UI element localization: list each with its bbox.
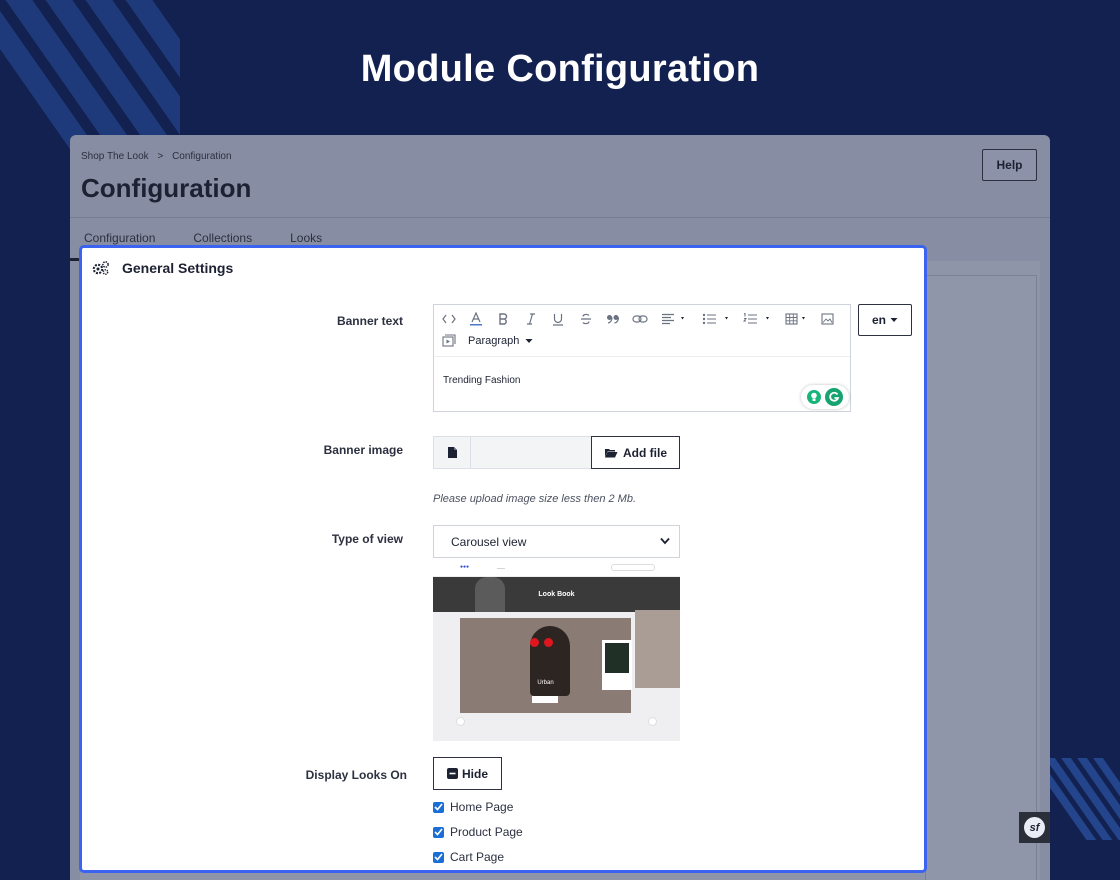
help-button[interactable]: Help xyxy=(982,149,1037,181)
bold-icon[interactable] xyxy=(495,311,511,327)
symfony-toolbar-badge[interactable]: sf xyxy=(1019,812,1050,843)
toolbar-row-2: Paragraph xyxy=(442,334,533,347)
grammarly-widget[interactable] xyxy=(801,385,849,409)
tab-bar: Configuration Collections Looks xyxy=(84,231,360,245)
tab-collections[interactable]: Collections xyxy=(193,231,252,245)
preview-card-caption: Urban xyxy=(537,680,554,686)
page-title: Configuration xyxy=(81,173,252,203)
carousel-view-preview: ●●● —— Look Book Urban xyxy=(433,560,680,741)
cogs-icon xyxy=(92,261,109,275)
numbered-list-dropdown-icon[interactable] xyxy=(742,311,774,327)
checkbox-label: Product Page xyxy=(450,825,523,839)
banner-image-label: Banner image xyxy=(323,443,403,457)
preview-hotspot xyxy=(530,638,539,647)
font-color-icon[interactable] xyxy=(467,311,485,327)
file-upload-group: Add file xyxy=(433,436,681,469)
checkbox-checked-icon[interactable] xyxy=(433,851,444,863)
breadcrumb-item-configuration: Configuration xyxy=(172,151,232,162)
file-name-field[interactable] xyxy=(471,436,591,469)
header-divider xyxy=(70,217,1050,218)
underline-icon[interactable] xyxy=(550,311,566,327)
preview-logo: ●●● xyxy=(460,564,470,570)
preview-search xyxy=(611,564,655,571)
type-of-view-value: Carousel view xyxy=(451,534,527,549)
preview-banner: Look Book xyxy=(433,577,680,612)
preview-banner-title: Look Book xyxy=(538,591,575,598)
editor-content[interactable]: Trending Fashion xyxy=(443,375,520,386)
chevron-down-icon xyxy=(525,338,533,343)
decor-stripes-bottom-right xyxy=(1050,758,1120,840)
type-of-view-label: Type of view xyxy=(331,532,403,546)
italic-icon[interactable] xyxy=(523,311,539,327)
breadcrumb-item-shop-the-look[interactable]: Shop The Look xyxy=(81,151,149,162)
preview-next-card xyxy=(635,610,680,688)
grammarly-icon[interactable] xyxy=(825,388,843,406)
preview-look-card: Urban xyxy=(460,618,632,713)
chevron-down-icon xyxy=(890,318,898,322)
banner-text-label: Banner text xyxy=(336,314,403,328)
preview-next-arrow xyxy=(648,717,657,726)
video-icon[interactable] xyxy=(442,334,456,347)
preview-prev-arrow xyxy=(456,717,465,726)
checkbox-home-page[interactable]: Home Page xyxy=(433,800,513,814)
add-file-label: Add file xyxy=(623,445,667,460)
general-settings-panel: General Settings Banner text Paragraph T… xyxy=(79,245,927,873)
type-of-view-select[interactable]: Carousel view xyxy=(433,525,680,558)
language-label: en xyxy=(871,313,886,327)
tab-configuration[interactable]: Configuration xyxy=(84,231,155,245)
admin-side-card xyxy=(925,275,1037,880)
add-file-button[interactable]: Add file xyxy=(591,436,680,469)
checkbox-label: Cart Page xyxy=(450,850,505,864)
editor-toolbar-divider xyxy=(434,356,850,357)
checkbox-label: Home Page xyxy=(450,800,514,814)
hero-title: Module Configuration xyxy=(360,48,760,90)
file-icon xyxy=(433,436,471,469)
display-looks-on-label: Display Looks On xyxy=(305,768,407,782)
language-dropdown[interactable]: en xyxy=(858,304,912,336)
link-icon[interactable] xyxy=(631,311,649,327)
minus-square-icon xyxy=(446,768,458,779)
breadcrumb-separator: > xyxy=(157,151,164,162)
checkbox-checked-icon[interactable] xyxy=(433,801,444,813)
lightbulb-icon[interactable] xyxy=(807,390,821,404)
preview-hotspot xyxy=(544,638,553,647)
table-dropdown-icon[interactable] xyxy=(784,311,812,327)
bullet-list-dropdown-icon[interactable] xyxy=(701,311,733,327)
rich-text-editor: Paragraph Trending Fashion xyxy=(433,304,851,412)
align-dropdown-icon[interactable] xyxy=(660,311,688,327)
hide-label: Hide xyxy=(461,766,488,781)
paragraph-format-select[interactable]: Paragraph xyxy=(468,335,519,347)
symfony-icon: sf xyxy=(1024,817,1045,838)
panel-header: General Settings xyxy=(92,260,233,276)
folder-open-icon xyxy=(605,449,618,458)
breadcrumb: Shop The Look > Configuration xyxy=(81,151,232,162)
panel-title: General Settings xyxy=(122,260,234,276)
checkbox-product-page[interactable]: Product Page xyxy=(433,825,523,839)
code-view-icon[interactable] xyxy=(440,311,458,327)
checkbox-cart-page[interactable]: Cart Page xyxy=(433,850,504,864)
preview-nav-link: —— xyxy=(497,565,505,570)
preview-card-button xyxy=(532,696,558,703)
upload-hint: Please upload image size less then 2 Mb. xyxy=(433,493,637,505)
blockquote-icon[interactable] xyxy=(605,311,621,327)
tab-looks[interactable]: Looks xyxy=(290,231,322,245)
chevron-down-icon xyxy=(660,537,670,545)
checkbox-checked-icon[interactable] xyxy=(433,826,444,838)
strikethrough-icon[interactable] xyxy=(578,311,594,327)
image-icon[interactable] xyxy=(818,311,836,327)
hide-toggle-button[interactable]: Hide xyxy=(433,757,502,790)
